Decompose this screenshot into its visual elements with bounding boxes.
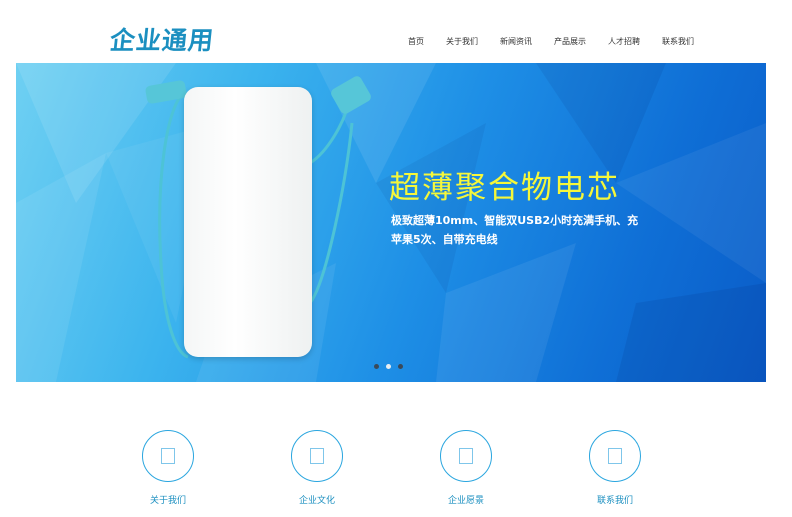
nav-item-contact[interactable]: 联系我们 [662,36,694,48]
nav-item-home[interactable]: 首页 [408,36,424,48]
feature-about[interactable]: 关于我们 [123,430,213,507]
feature-circle [589,430,641,482]
feature-label: 关于我们 [149,496,186,506]
feature-label: 企业愿景 [447,496,484,506]
feature-label: 企业文化 [298,496,335,506]
feature-circle [440,430,492,482]
feature-contact[interactable]: 联系我们 [570,430,660,507]
carousel-dot-1[interactable] [374,364,379,369]
feature-label: 联系我们 [596,496,633,506]
feature-circle [142,430,194,482]
placeholder-icon [310,448,324,464]
feature-vision[interactable]: 企业愿景 [421,430,511,507]
carousel-dot-2[interactable] [386,364,391,369]
nav-item-news[interactable]: 新闻资讯 [500,36,532,48]
placeholder-icon [608,448,622,464]
carousel-indicators [374,364,403,369]
placeholder-icon [161,448,175,464]
nav-item-about[interactable]: 关于我们 [446,36,478,48]
nav-item-products[interactable]: 产品展示 [554,36,586,48]
nav-item-careers[interactable]: 人才招聘 [608,36,640,48]
placeholder-icon [459,448,473,464]
main-nav: 首页 关于我们 新闻资讯 产品展示 人才招聘 联系我们 [408,36,694,48]
site-logo[interactable]: 企业通用 [108,25,216,57]
banner-title: 超薄聚合物电芯 [389,170,620,206]
hero-banner[interactable]: 超薄聚合物电芯 极致超薄10mm、智能双USB2小时充满手机、充苹果5次、自带充… [16,63,766,382]
site-header: 企业通用 首页 关于我们 新闻资讯 产品展示 人才招聘 联系我们 [0,0,792,62]
banner-subtitle: 极致超薄10mm、智能双USB2小时充满手机、充苹果5次、自带充电线 [391,214,639,246]
feature-circle [291,430,343,482]
carousel-dot-3[interactable] [398,364,403,369]
feature-culture[interactable]: 企业文化 [272,430,362,507]
power-bank-image [184,87,312,357]
